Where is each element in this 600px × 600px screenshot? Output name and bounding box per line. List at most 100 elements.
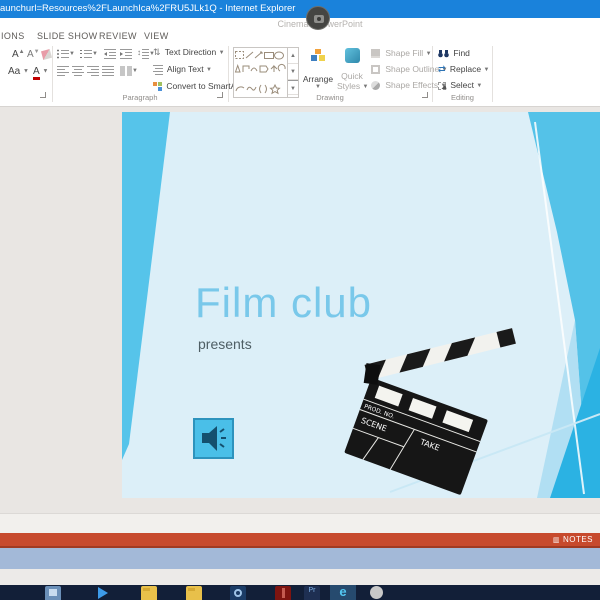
- slide-subtitle-textbox[interactable]: presents: [198, 336, 252, 352]
- align-center-button[interactable]: [72, 65, 84, 76]
- taskbar-pr-app-icon[interactable]: Pr: [303, 586, 321, 600]
- taskbar-blue-app-icon[interactable]: [44, 586, 62, 600]
- bullets-button[interactable]: ▼: [57, 48, 75, 59]
- notes-toggle-button[interactable]: ▥ NOTES: [553, 533, 593, 546]
- tab-transitions-partial[interactable]: IONS: [1, 28, 25, 44]
- replace-icon: ⇄: [438, 64, 446, 75]
- line-spacing-icon: [137, 48, 149, 59]
- gallery-down-icon[interactable]: ▼: [288, 64, 298, 80]
- slide-editing-area[interactable]: PROD. NO. SCENE TAKE Film club presents: [0, 107, 600, 533]
- align-left-icon: [57, 65, 69, 76]
- dropdown-arrow-icon: ▼: [483, 66, 490, 73]
- ie-titlebar-text: aunchurl=Resources%2FLaunchIca%2FRU5JLk1…: [0, 3, 296, 14]
- tab-view[interactable]: VIEW: [144, 28, 169, 44]
- justify-button[interactable]: [102, 65, 114, 76]
- arrange-icon: [310, 48, 326, 63]
- notes-pane-collapsed[interactable]: [0, 513, 600, 533]
- shrink-font-button[interactable]: A▼: [27, 49, 40, 60]
- shape-effects-button[interactable]: Shape Effects ▼: [371, 80, 446, 91]
- drawing-group-label: Drawing: [316, 93, 344, 102]
- change-case-button[interactable]: Aa ▼: [8, 66, 29, 77]
- dropdown-arrow-icon: ▼: [23, 68, 29, 75]
- dropdown-arrow-icon: ▼: [69, 50, 75, 57]
- clapper-board: PROD. NO. SCENE TAKE: [344, 378, 488, 495]
- find-button[interactable]: Find: [438, 48, 470, 58]
- dropdown-arrow-icon: ▼: [315, 84, 321, 90]
- webcam-overlay-button[interactable]: [306, 6, 330, 30]
- dropdown-arrow-icon: ▼: [425, 50, 432, 57]
- slide-canvas[interactable]: PROD. NO. SCENE TAKE Film club presents: [122, 112, 600, 498]
- gallery-scrollbar[interactable]: ▲ ▼ ▼: [287, 48, 298, 97]
- tab-slide-show[interactable]: SLIDE SHOW: [37, 28, 98, 44]
- align-text-icon: [153, 64, 163, 75]
- bullet-list-icon: [57, 48, 69, 59]
- numbered-list-icon: [80, 48, 92, 59]
- dropdown-arrow-icon: ▼: [42, 68, 49, 75]
- dropdown-arrow-icon: ▼: [205, 66, 212, 73]
- align-center-icon: [72, 65, 84, 76]
- columns-button[interactable]: ▼: [120, 65, 138, 76]
- taskbar-red-app-icon[interactable]: [274, 586, 292, 600]
- audio-object-button[interactable]: [193, 418, 234, 459]
- shape-icons: [234, 51, 286, 95]
- justify-icon: [102, 65, 114, 76]
- select-cursor-icon: [438, 81, 449, 92]
- shape-outline-icon: [371, 65, 380, 75]
- host-window-band: [0, 548, 600, 569]
- paragraph-group-label: Paragraph: [122, 93, 158, 102]
- smartart-icon: [153, 82, 162, 92]
- ie-titlebar[interactable]: aunchurl=Resources%2FLaunchIca%2FRU5JLk1…: [0, 0, 600, 18]
- screen: aunchurl=Resources%2FLaunchIca%2FRU5JLk1…: [0, 0, 600, 600]
- shape-fill-button[interactable]: Shape Fill ▼: [371, 48, 432, 59]
- taskbar-internet-explorer-icon[interactable]: e: [330, 584, 356, 600]
- gallery-up-icon[interactable]: ▲: [288, 48, 298, 64]
- numbering-button[interactable]: ▼: [80, 48, 98, 59]
- align-right-button[interactable]: [87, 65, 99, 76]
- select-button[interactable]: Select ▼: [438, 80, 483, 92]
- ribbon-tab-row: IONS SLIDE SHOW REVIEW VIEW: [0, 28, 600, 44]
- shapes-gallery[interactable]: ▲ ▼ ▼: [233, 47, 299, 98]
- dropdown-arrow-icon: ▼: [92, 50, 98, 57]
- slide-title-textbox[interactable]: Film club: [195, 279, 372, 327]
- shape-effects-icon: [371, 81, 380, 91]
- clapperboard-image[interactable]: PROD. NO. SCENE TAKE: [344, 328, 516, 495]
- windows-taskbar: Pr e: [0, 584, 600, 600]
- align-text-button[interactable]: Align Text ▼: [153, 64, 212, 75]
- taskbar-gray-sphere-icon[interactable]: [368, 586, 386, 600]
- left-accent-band: [122, 112, 170, 460]
- taskbar-yellow-folder-icon[interactable]: [140, 586, 158, 600]
- shape-fill-icon: [371, 49, 380, 59]
- shape-outline-button[interactable]: Shape Outline ▼: [371, 64, 448, 75]
- increase-indent-button[interactable]: [120, 48, 132, 59]
- camera-lens-icon: [314, 15, 324, 23]
- notes-icon: ▥: [552, 537, 560, 544]
- taskbar-outlook-icon[interactable]: [229, 586, 247, 600]
- clapper-arm: [364, 328, 516, 381]
- text-direction-button[interactable]: ⇅ Text Direction ▼: [153, 47, 225, 58]
- desktop-strip: [0, 569, 600, 585]
- arrange-button[interactable]: Arrange ▼: [302, 48, 334, 90]
- increase-indent-icon: [120, 48, 132, 59]
- taskbar-media-play-icon[interactable]: [95, 586, 113, 600]
- dropdown-arrow-icon: ▼: [362, 83, 369, 90]
- speaker-icon: [202, 426, 226, 451]
- replace-button[interactable]: ⇄ Replace ▼: [438, 64, 489, 75]
- status-bar: ▥ NOTES: [0, 533, 600, 548]
- dropdown-arrow-icon: ▼: [476, 82, 483, 89]
- paragraph-dialog-launcher[interactable]: [217, 92, 223, 98]
- font-dialog-launcher[interactable]: [40, 92, 46, 98]
- columns-icon: [120, 65, 132, 76]
- group-divider: [228, 46, 229, 102]
- dropdown-arrow-icon: ▼: [218, 49, 225, 56]
- font-color-button[interactable]: A ▼: [33, 66, 48, 80]
- decrease-indent-button[interactable]: [104, 48, 116, 59]
- align-left-button[interactable]: [57, 65, 69, 76]
- editing-group-label: Editing: [451, 93, 474, 102]
- taskbar-yellow-folder-icon-2[interactable]: [185, 586, 203, 600]
- tab-review[interactable]: REVIEW: [99, 28, 137, 44]
- grow-font-button[interactable]: A▲: [12, 49, 25, 60]
- dropdown-arrow-icon: ▼: [132, 67, 138, 74]
- quick-styles-button[interactable]: Quick Styles ▼: [337, 48, 369, 91]
- eraser-icon: [40, 49, 53, 61]
- clear-formatting-button[interactable]: [40, 49, 53, 61]
